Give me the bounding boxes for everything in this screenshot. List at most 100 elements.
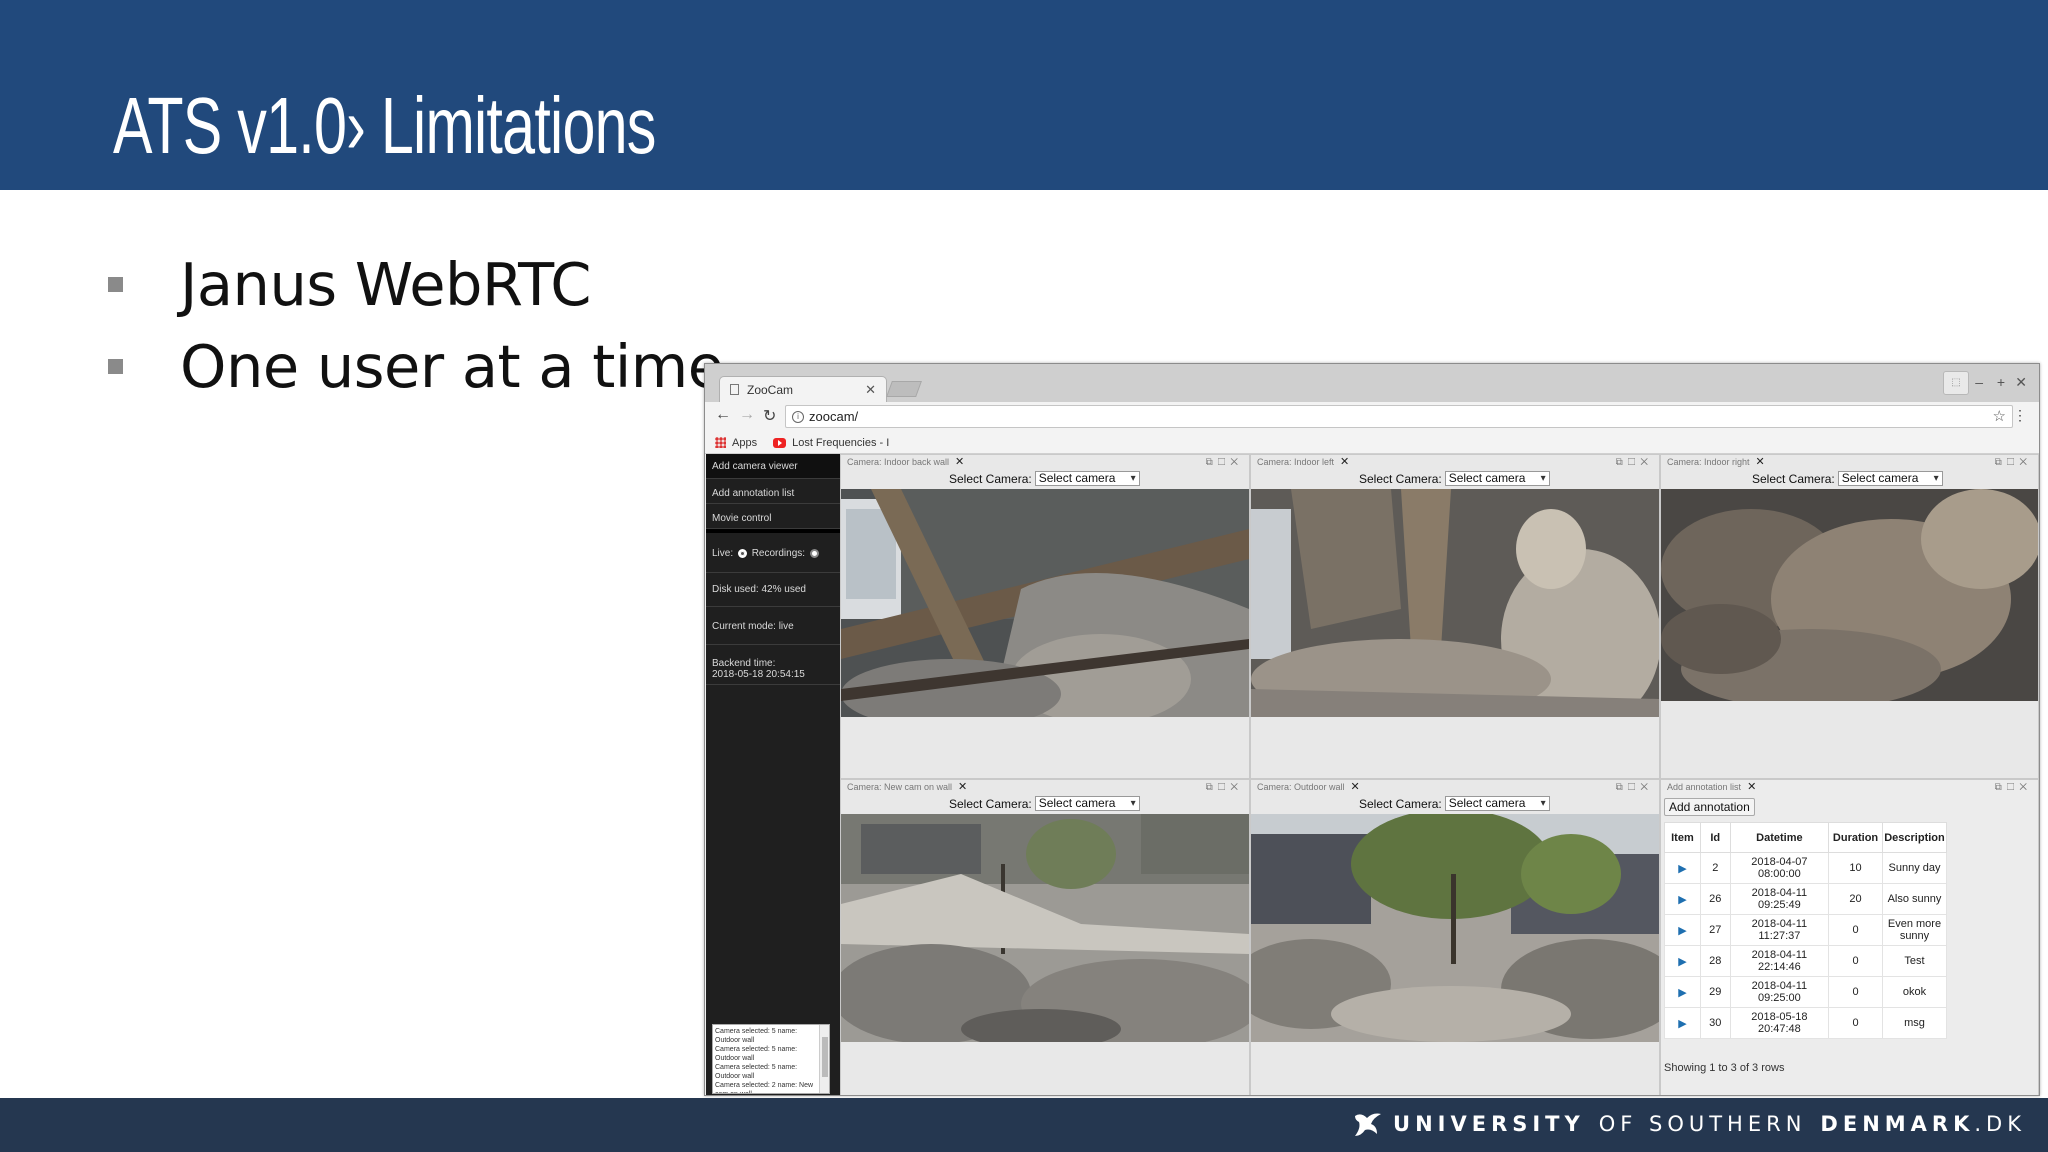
movie-control-button[interactable]: Movie control — [706, 504, 840, 529]
add-annotation-list-button[interactable]: Add annotation list — [706, 479, 840, 504]
column-header[interactable]: Id — [1699, 822, 1731, 853]
table-row[interactable]: ▶ 29 2018-04-11 09:25:00 0 okok — [1664, 976, 1947, 1008]
add-camera-viewer-button[interactable]: Add camera viewer — [706, 454, 840, 479]
panel-window-controls-icon[interactable]: ⧉☐✕ — [1206, 455, 1243, 470]
table-pagination-info: Showing 1 to 3 of 3 rows — [1664, 1062, 1785, 1074]
column-header[interactable]: Datetime — [1729, 822, 1830, 853]
panel-window-controls-icon[interactable]: ⧉☐✕ — [1616, 780, 1653, 795]
current-mode-status: Current mode: live — [706, 607, 840, 645]
camera-panel: Camera: New cam on wall ✕ ⧉☐✕ Select Came… — [840, 779, 1250, 1095]
event-log[interactable]: Camera selected: 5 name: Outdoor wall Ca… — [712, 1024, 830, 1094]
bookmark-lost-frequencies[interactable]: Lost Frequencies - I — [792, 437, 889, 449]
bookmark-star-icon[interactable]: ☆ — [1993, 407, 2006, 425]
camera-select-row: Select Camera: Select camera — [1752, 471, 1943, 486]
cell-id: 30 — [1699, 1007, 1731, 1039]
live-label: Live: — [712, 548, 734, 559]
table-row[interactable]: ▶ 30 2018-05-18 20:47:48 0 msg — [1664, 1007, 1947, 1039]
panel-window-controls-icon[interactable]: ⧉☐✕ — [1995, 780, 2032, 795]
maximize-icon[interactable]: + — [1997, 374, 2005, 390]
camera-video-feed — [1251, 814, 1659, 1042]
minimize-icon[interactable]: – — [1975, 374, 1983, 390]
cell-datetime: 2018-04-11 11:27:37 — [1729, 914, 1830, 946]
bookmarks-bar: Apps Lost Frequencies - I — [705, 432, 2039, 454]
annotation-panel: Add annotation list ✕ ⧉☐✕ Add annotation … — [1660, 779, 2039, 1095]
slide-header: ATS v1.0› Limitations — [0, 0, 2048, 190]
select-camera-label: Select Camera: — [949, 471, 1032, 486]
panel-title: Camera: New cam on wall — [847, 782, 953, 792]
cell-duration: 0 — [1828, 976, 1883, 1008]
live-radio[interactable] — [737, 548, 747, 558]
camera-select-row: Select Camera: Select camera — [1359, 796, 1550, 811]
cell-description: okok — [1882, 976, 1947, 1008]
youtube-icon — [773, 437, 787, 448]
menu-icon[interactable]: ⋮ — [2013, 407, 2027, 424]
play-icon[interactable]: ▶ — [1664, 1007, 1701, 1039]
select-camera-label: Select Camera: — [949, 796, 1032, 811]
sdu-logo: UNIVERSITY OF SOUTHERN DENMARK .DK — [1353, 1110, 2026, 1138]
panel-close-icon[interactable]: ✕ — [1747, 781, 1756, 793]
add-annotation-button[interactable]: Add annotation — [1664, 798, 1755, 816]
info-icon[interactable]: i — [792, 410, 804, 423]
profile-icon[interactable]: ⬚ — [1943, 371, 1969, 395]
new-tab-button[interactable] — [886, 381, 922, 397]
column-header[interactable]: Duration — [1828, 822, 1883, 853]
play-icon[interactable]: ▶ — [1664, 976, 1701, 1008]
play-icon[interactable]: ▶ — [1664, 914, 1701, 946]
panel-title: Camera: Indoor right — [1667, 457, 1750, 467]
log-line: Camera selected: 5 name: Outdoor wall — [715, 1046, 798, 1062]
panel-close-icon[interactable]: ✕ — [1340, 456, 1349, 468]
column-header[interactable]: Item — [1664, 822, 1701, 853]
camera-select-row: Select Camera: Select camera — [1359, 471, 1550, 486]
bookmark-apps[interactable]: Apps — [732, 437, 757, 449]
panel-window-controls-icon[interactable]: ⧉☐✕ — [1995, 455, 2032, 470]
cell-datetime: 2018-04-11 22:14:46 — [1729, 945, 1830, 977]
browser-tab[interactable]: ZooCam ✕ — [719, 376, 887, 402]
table-row[interactable]: ▶ 2 2018-04-07 08:00:00 10 Sunny day — [1664, 852, 1947, 884]
table-row[interactable]: ▶ 28 2018-04-11 22:14:46 0 Test — [1664, 945, 1947, 977]
panel-window-controls-icon[interactable]: ⧉☐✕ — [1616, 455, 1653, 470]
panel-header: Add annotation list ✕ ⧉☐✕ — [1661, 780, 2038, 795]
table-row[interactable]: ▶ 27 2018-04-11 11:27:37 0 Even more sun… — [1664, 914, 1947, 946]
panel-close-icon[interactable]: ✕ — [958, 781, 967, 793]
play-icon[interactable]: ▶ — [1664, 945, 1701, 977]
back-arrow-icon[interactable]: ← — [715, 406, 731, 424]
cell-id: 2 — [1699, 852, 1731, 884]
column-header[interactable]: Description — [1882, 822, 1947, 853]
address-bar[interactable]: i zoocam/ ☆ — [785, 405, 2013, 428]
panel-window-controls-icon[interactable]: ⧉☐✕ — [1206, 780, 1243, 795]
log-scrollbar[interactable] — [819, 1025, 829, 1093]
panel-title: Camera: Indoor back wall — [847, 457, 950, 467]
outdoor-enclosure-image — [841, 814, 1249, 1042]
forward-arrow-icon[interactable]: → — [739, 406, 755, 424]
play-icon[interactable]: ▶ — [1664, 852, 1701, 884]
backend-time-label: Backend time: — [712, 658, 776, 669]
panel-close-icon[interactable]: ✕ — [1351, 781, 1360, 793]
camera-select-dropdown[interactable]: Select camera — [1837, 471, 1943, 486]
play-icon[interactable]: ▶ — [1664, 883, 1701, 915]
log-line: Camera selected: 5 name: Outdoor wall — [715, 1064, 798, 1080]
logo-text-dk: .DK — [1974, 1112, 2026, 1136]
recordings-label: Recordings: — [751, 548, 806, 559]
recordings-radio[interactable] — [809, 548, 819, 558]
camera-video-feed — [1661, 489, 2038, 701]
panel-close-icon[interactable]: ✕ — [1756, 456, 1765, 468]
panel-close-icon[interactable]: ✕ — [955, 456, 964, 468]
camera-select-dropdown[interactable]: Select camera — [1034, 796, 1140, 811]
camera-select-dropdown[interactable]: Select camera — [1444, 471, 1550, 486]
table-row[interactable]: ▶ 26 2018-04-11 09:25:49 20 Also sunny — [1664, 883, 1947, 915]
cell-id: 27 — [1699, 914, 1731, 946]
cell-id: 28 — [1699, 945, 1731, 977]
panel-header: Camera: Indoor left ✕ ⧉☐✕ — [1251, 455, 1659, 470]
bullet-text: Janus WebRTC — [180, 250, 591, 319]
reload-icon[interactable]: ↻ — [763, 406, 776, 426]
backend-time-value: 2018-05-18 20:54:15 — [712, 669, 805, 680]
window-close-icon[interactable]: ✕ — [2015, 374, 2027, 391]
bullet-item: Janus WebRTC — [108, 250, 591, 319]
select-camera-label: Select Camera: — [1359, 796, 1442, 811]
cell-duration: 20 — [1828, 883, 1883, 915]
cell-description: Test — [1882, 945, 1947, 977]
tab-close-icon[interactable]: ✕ — [865, 382, 876, 398]
camera-select-dropdown[interactable]: Select camera — [1034, 471, 1140, 486]
panel-header: Camera: Indoor back wall ✕ ⧉☐✕ — [841, 455, 1249, 470]
camera-select-dropdown[interactable]: Select camera — [1444, 796, 1550, 811]
